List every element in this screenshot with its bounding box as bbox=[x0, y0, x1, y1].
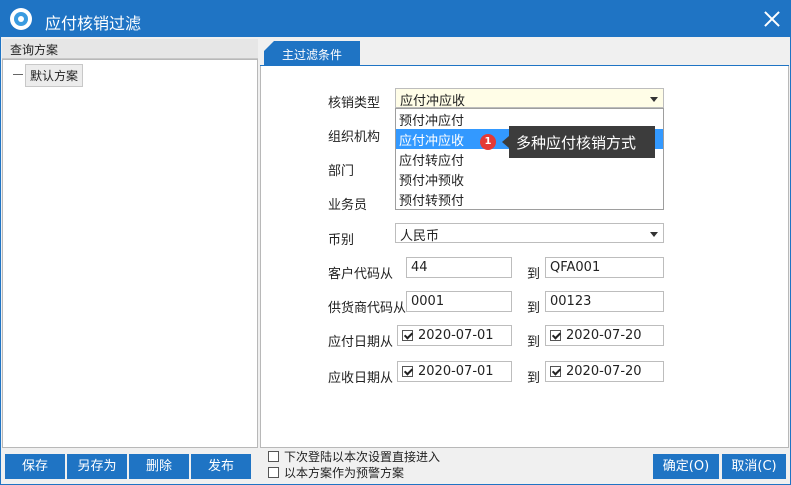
currency-label: 币别 bbox=[328, 233, 355, 248]
to-label: 到 bbox=[527, 335, 541, 350]
tree-connector bbox=[13, 74, 23, 75]
customer-code-from-input[interactable]: 44 bbox=[406, 257, 512, 278]
dept-label: 部门 bbox=[328, 164, 355, 179]
payable-date-label: 应付日期从 bbox=[328, 335, 394, 350]
supplier-code-to-input[interactable]: 00123 bbox=[545, 291, 664, 312]
receivable-date-label: 应收日期从 bbox=[328, 371, 394, 386]
annotation-badge: 1 bbox=[480, 134, 496, 150]
to-label: 到 bbox=[527, 371, 541, 386]
auto-enter-checkbox[interactable] bbox=[268, 451, 279, 462]
to-label: 到 bbox=[527, 267, 541, 282]
receivable-date-to-value: 2020-07-20 bbox=[566, 364, 642, 379]
tree-item-default-scheme[interactable]: 默认方案 bbox=[25, 64, 84, 87]
payable-date-to-checkbox[interactable] bbox=[550, 330, 561, 341]
receivable-date-to-checkbox[interactable] bbox=[550, 366, 561, 377]
writeoff-type-select[interactable]: 应付冲应收 bbox=[395, 88, 664, 109]
payable-date-to-input[interactable]: 2020-07-20 bbox=[545, 325, 664, 346]
payable-date-from-checkbox[interactable] bbox=[402, 330, 413, 341]
customer-code-to-input[interactable]: QFA001 bbox=[545, 257, 664, 278]
auto-enter-label: 下次登陆以本次设置直接进入 bbox=[284, 450, 441, 464]
annotation-tooltip: 多种应付核销方式 bbox=[502, 126, 655, 158]
customer-code-label: 客户代码从 bbox=[328, 267, 394, 282]
payable-date-from-input[interactable]: 2020-07-01 bbox=[397, 325, 512, 346]
window-title: 应付核销过滤 bbox=[45, 14, 142, 33]
chevron-down-icon bbox=[650, 232, 658, 237]
dropdown-option[interactable]: 预付转预付 bbox=[396, 189, 663, 209]
save-button[interactable]: 保存 bbox=[5, 454, 65, 479]
cancel-button[interactable]: 取消(C) bbox=[722, 454, 786, 479]
payable-date-from-value: 2020-07-01 bbox=[418, 328, 494, 343]
currency-value: 人民币 bbox=[400, 229, 440, 244]
payable-date-to-value: 2020-07-20 bbox=[566, 328, 642, 343]
filter-dialog: 应付核销过滤 查询方案 默认方案 主过滤条件 核销类型 应付冲应收 预付冲应付 … bbox=[0, 0, 791, 485]
alert-scheme-label: 以本方案作为预警方案 bbox=[284, 466, 405, 480]
tab-main-filter[interactable]: 主过滤条件 bbox=[264, 41, 360, 65]
currency-select[interactable]: 人民币 bbox=[395, 223, 664, 244]
option-alert-scheme[interactable]: 以本方案作为预警方案 bbox=[268, 464, 404, 481]
save-as-button[interactable]: 另存为 bbox=[67, 454, 127, 479]
ok-button[interactable]: 确定(O) bbox=[653, 454, 719, 479]
query-scheme-tree: 默认方案 bbox=[2, 59, 258, 448]
query-scheme-header: 查询方案 bbox=[2, 39, 258, 59]
org-label: 组织机构 bbox=[328, 130, 381, 145]
receivable-date-from-input[interactable]: 2020-07-01 bbox=[397, 361, 512, 382]
option-auto-enter[interactable]: 下次登陆以本次设置直接进入 bbox=[268, 448, 440, 465]
dropdown-option[interactable]: 预付冲预收 bbox=[396, 169, 663, 189]
to-label: 到 bbox=[527, 301, 541, 316]
publish-button[interactable]: 发布 bbox=[191, 454, 251, 479]
receivable-date-from-value: 2020-07-01 bbox=[418, 364, 494, 379]
alert-scheme-checkbox[interactable] bbox=[268, 467, 279, 478]
salesman-label: 业务员 bbox=[328, 198, 368, 213]
supplier-code-from-input[interactable]: 0001 bbox=[406, 291, 512, 312]
close-icon[interactable] bbox=[760, 7, 784, 31]
receivable-date-from-checkbox[interactable] bbox=[402, 366, 413, 377]
chevron-down-icon bbox=[650, 97, 658, 102]
delete-button[interactable]: 删除 bbox=[129, 454, 189, 479]
app-logo-icon bbox=[10, 8, 32, 30]
writeoff-type-value: 应付冲应收 bbox=[400, 94, 466, 109]
writeoff-type-dropdown: 预付冲应付 应付冲应收 应付转应付 预付冲预收 预付转预付 bbox=[395, 108, 664, 210]
writeoff-type-label: 核销类型 bbox=[328, 96, 381, 111]
title-bar: 应付核销过滤 bbox=[1, 1, 790, 37]
supplier-code-label: 供货商代码从 bbox=[328, 301, 407, 316]
receivable-date-to-input[interactable]: 2020-07-20 bbox=[545, 361, 664, 382]
